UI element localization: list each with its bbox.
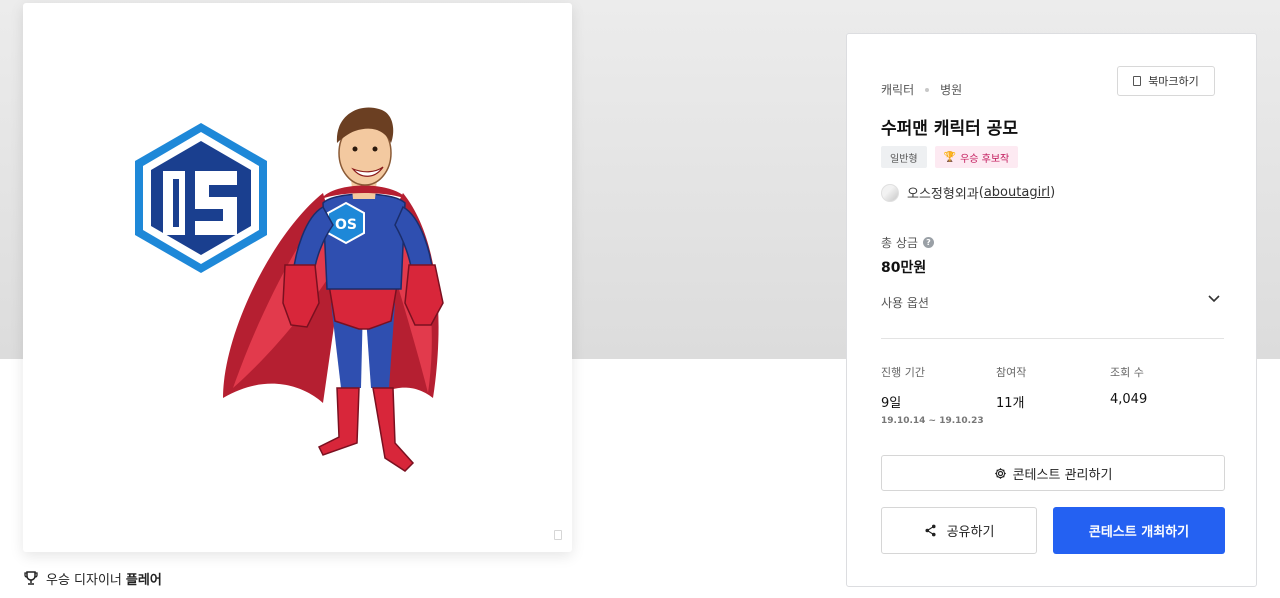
- manage-contest-label: 콘테스트 관리하기: [1012, 467, 1113, 483]
- gear-icon: [994, 467, 1006, 479]
- prize-label-text: 총 상금: [881, 236, 918, 250]
- os-logo: [135, 123, 267, 273]
- subcategory-label[interactable]: 병원: [940, 81, 962, 98]
- candidate-badge: 🏆 우승 후보작: [934, 146, 1019, 168]
- period-label: 진행 기간: [881, 366, 925, 379]
- artwork-image[interactable]: OS: [23, 3, 572, 552]
- bookmark-icon: [1133, 76, 1142, 86]
- type-badge: 일반형: [881, 146, 927, 168]
- avatar: [881, 183, 899, 202]
- entries-label: 참여작: [996, 366, 1027, 379]
- stat-views: 조회 수 4,049: [1110, 364, 1147, 407]
- breadcrumb-separator: [925, 87, 930, 92]
- winner-prefix: 우승 디자이너: [46, 572, 122, 588]
- chevron-down-icon[interactable]: [1207, 292, 1221, 306]
- entries-value: 11개: [996, 396, 1025, 411]
- share-button[interactable]: 공유하기: [881, 507, 1037, 554]
- stat-period: 진행 기간 9일 19.10.14 ~ 19.10.23: [881, 364, 984, 426]
- help-icon[interactable]: ?: [922, 237, 934, 248]
- badge-list: 일반형 🏆 우승 후보작: [881, 146, 1019, 168]
- divider: [881, 338, 1224, 339]
- host-contest-label: 콘테스트 개최하기: [1088, 525, 1190, 540]
- stat-entries: 참여작 11개: [996, 364, 1026, 411]
- trophy-icon: [24, 571, 38, 585]
- chest-emblem-text: OS: [335, 217, 357, 233]
- contest-info-panel: 캐릭터 병원 북마크하기 수퍼맨 캐릭터 공모 일반형 🏆 우승 후보작 오스정…: [846, 33, 1257, 587]
- bookmark-button[interactable]: 북마크하기: [1117, 66, 1215, 96]
- host-contest-button[interactable]: 콘테스트 개최하기: [1053, 507, 1225, 554]
- host-handle-close: ): [1050, 185, 1056, 200]
- host-name: 오스정형외과: [907, 187, 979, 202]
- trophy-icon: 🏆: [943, 151, 957, 163]
- category-label[interactable]: 캐릭터: [881, 81, 914, 98]
- host-info: 오스정형외과 (aboutagirl): [881, 183, 1055, 202]
- breadcrumb: 캐릭터 병원: [881, 81, 962, 98]
- winner-designer: 우승 디자이너 플레어: [23, 568, 162, 588]
- usage-options-label: 사용 옵션: [881, 296, 929, 310]
- bookmark-label: 북마크하기: [1148, 75, 1199, 88]
- prize-label: 총 상금 ?: [881, 234, 934, 251]
- host-handle-link[interactable]: aboutagirl: [984, 185, 1050, 200]
- image-expand-icon[interactable]: [554, 530, 562, 540]
- prize-value: 80만원: [881, 260, 927, 276]
- candidate-badge-label: 우승 후보작: [960, 153, 1010, 165]
- winner-name[interactable]: 플레어: [126, 569, 162, 588]
- share-label: 공유하기: [946, 525, 995, 540]
- share-icon: [925, 524, 936, 537]
- views-value: 4,049: [1110, 392, 1148, 407]
- manage-contest-button[interactable]: 콘테스트 관리하기: [881, 455, 1225, 491]
- views-label: 조회 수: [1110, 366, 1144, 379]
- period-value: 9일: [881, 396, 902, 411]
- period-range: 19.10.14 ~ 19.10.23: [881, 416, 984, 426]
- contest-title: 수퍼맨 캐릭터 공모: [881, 119, 1018, 139]
- superhero-illustration: OS: [135, 107, 444, 472]
